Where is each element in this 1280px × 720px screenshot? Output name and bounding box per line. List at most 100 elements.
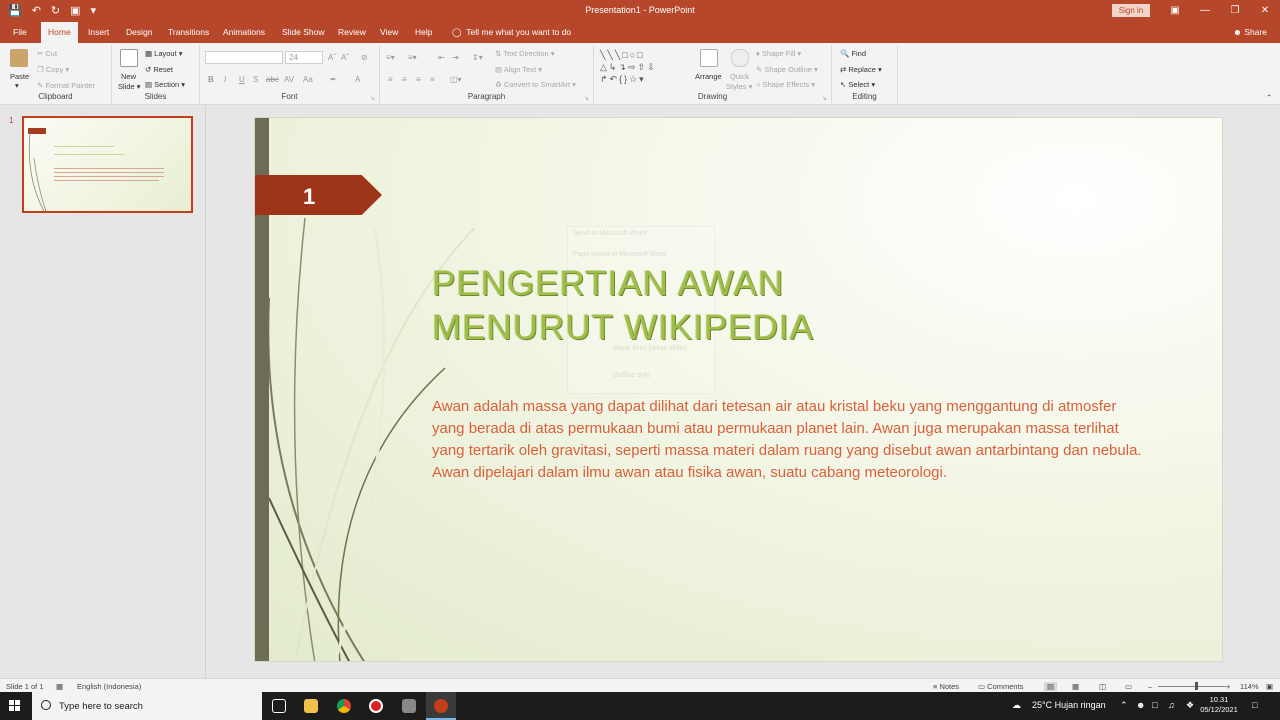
reset-button[interactable]: ↺ Reset — [145, 65, 173, 74]
align-center-icon[interactable]: ≡ — [402, 75, 407, 84]
underline-button[interactable]: U — [239, 75, 245, 84]
bold-button[interactable]: B — [208, 75, 214, 84]
new-slide-icon[interactable] — [120, 49, 138, 67]
arrange-icon[interactable] — [700, 49, 718, 67]
sign-in-button[interactable]: Sign in — [1112, 4, 1150, 17]
tab-insert[interactable]: Insert — [88, 27, 109, 37]
quick-styles-icon[interactable] — [731, 49, 749, 67]
new-slide-label[interactable]: Slide ▾ — [118, 82, 141, 91]
app-pinned-icon[interactable] — [394, 692, 424, 720]
language-indicator[interactable]: English (Indonesia) — [77, 682, 141, 691]
restore-icon[interactable]: ❐ — [1220, 0, 1250, 22]
tab-help[interactable]: Help — [415, 27, 432, 37]
section-button[interactable]: ▤ Section ▾ — [145, 80, 185, 89]
italic-button[interactable]: I — [224, 75, 226, 84]
tab-view[interactable]: View — [380, 27, 398, 37]
zoom-slider-thumb[interactable] — [1195, 682, 1199, 690]
tab-animations[interactable]: Animations — [223, 27, 265, 37]
strikethrough-button[interactable]: abc — [266, 75, 279, 84]
tell-me-search[interactable]: ◯ Tell me what you want to do — [452, 27, 571, 38]
arrange-button[interactable]: Arrange — [695, 72, 722, 81]
tab-home[interactable]: Home — [41, 22, 78, 43]
comments-button[interactable]: ▭ Comments — [978, 682, 1023, 691]
convert-smartart-button[interactable]: ♻ Convert to SmartArt ▾ — [495, 80, 576, 89]
slide-sorter-icon[interactable]: ▦ — [1072, 682, 1079, 691]
slide-canvas[interactable]: 1 Send to Microsoft Word Page layout in … — [254, 117, 1223, 662]
numbering-icon[interactable]: ≡▾ — [408, 53, 417, 62]
weather-text[interactable]: 25°C Hujan ringan — [1032, 700, 1106, 710]
zoom-slider[interactable] — [1158, 686, 1226, 687]
increase-indent-icon[interactable]: ⇥ — [452, 53, 459, 62]
shape-effects-button[interactable]: ○ Shape Effects ▾ — [756, 80, 815, 89]
people-icon[interactable]: ☻ — [1136, 700, 1145, 710]
spelling-icon[interactable]: ▦ — [56, 682, 63, 691]
bullets-icon[interactable]: ≡▾ — [386, 53, 395, 62]
slideshow-view-icon[interactable]: ▭ — [1125, 682, 1132, 691]
font-name-box[interactable] — [205, 51, 283, 64]
screen-recorder-icon[interactable] — [361, 692, 391, 720]
dropbox-icon[interactable]: ❖ — [1186, 700, 1194, 711]
network-icon[interactable]: □ — [1152, 700, 1157, 710]
replace-button[interactable]: ⇄ Replace ▾ — [840, 65, 882, 74]
notes-button[interactable]: ≡ Notes — [933, 682, 959, 691]
shape-outline-button[interactable]: ✎ Shape Outline ▾ — [756, 65, 818, 74]
powerpoint-taskbar-icon[interactable] — [426, 692, 456, 720]
taskbar-search-box[interactable]: Type here to search — [32, 692, 262, 720]
slide-title[interactable]: PENGERTIAN AWAN MENURUT WIKIPEDIA — [432, 262, 952, 350]
close-icon[interactable]: ✕ — [1250, 0, 1280, 22]
normal-view-icon[interactable]: ▤ — [1044, 682, 1058, 691]
font-color-button[interactable]: A — [355, 75, 360, 84]
justify-icon[interactable]: ≡ — [430, 75, 435, 84]
tab-design[interactable]: Design — [126, 27, 152, 37]
ribbon-display-options-icon[interactable]: ▣ — [1160, 0, 1190, 22]
align-left-icon[interactable]: ≡ — [388, 75, 393, 84]
slide-body-text[interactable]: Awan adalah massa yang dapat dilihat dar… — [432, 396, 1152, 484]
fit-to-window-icon[interactable]: ▣ — [1266, 682, 1273, 691]
paste-button[interactable]: Paste — [10, 72, 29, 81]
notifications-icon[interactable]: □ — [1252, 700, 1257, 710]
clear-formatting-icon[interactable]: ⊘ — [361, 53, 368, 62]
new-slide-button[interactable]: New — [121, 72, 136, 81]
zoom-level[interactable]: 114% — [1240, 682, 1259, 691]
zoom-out-icon[interactable]: – — [1148, 682, 1152, 691]
text-direction-button[interactable]: ⇅ Text Direction ▾ — [495, 49, 555, 58]
layout-button[interactable]: ▦ Layout ▾ — [145, 49, 183, 58]
find-button[interactable]: 🔍 Find — [840, 49, 866, 58]
file-explorer-icon[interactable] — [296, 692, 326, 720]
start-windows-icon[interactable] — [9, 700, 21, 712]
shape-fill-button[interactable]: ♦ Shape Fill ▾ — [756, 49, 801, 58]
weather-icon[interactable]: ☁ — [1012, 700, 1021, 711]
shapes-gallery[interactable]: ╲╲╲□○□ △↳↴⇨⇧⇩ ↱↶{}☆▾ — [600, 49, 692, 87]
tab-transitions[interactable]: Transitions — [168, 27, 209, 37]
shrink-font-icon[interactable]: Aˇ — [341, 53, 349, 62]
slide-thumbnail[interactable] — [22, 116, 193, 213]
columns-icon[interactable]: ◫▾ — [450, 75, 462, 84]
collapse-ribbon-icon[interactable]: ⌃ — [1266, 93, 1272, 102]
quick-styles-button[interactable]: Quick — [730, 72, 749, 81]
align-right-icon[interactable]: ≡ — [416, 75, 421, 84]
paste-icon[interactable] — [10, 49, 28, 67]
task-view-icon[interactable] — [264, 692, 294, 720]
decrease-indent-icon[interactable]: ⇤ — [438, 53, 445, 62]
font-size-box[interactable]: 24 — [285, 51, 323, 64]
tab-review[interactable]: Review — [338, 27, 366, 37]
volume-icon[interactable]: ♫ — [1168, 700, 1175, 710]
paste-dropdown-icon[interactable]: ▾ — [15, 81, 19, 90]
reading-view-icon[interactable]: ◫ — [1099, 682, 1106, 691]
format-painter-button[interactable]: ✎ Format Painter — [37, 81, 95, 90]
line-spacing-icon[interactable]: ⇕▾ — [472, 53, 483, 62]
cut-button[interactable]: ✂ Cut — [37, 49, 57, 58]
minimize-icon[interactable]: — — [1190, 0, 1220, 22]
system-clock[interactable]: 10.31 05/12/2021 — [1200, 695, 1238, 715]
select-button[interactable]: ↖ Select ▾ — [840, 80, 875, 89]
change-case-button[interactable]: Aa — [303, 75, 313, 84]
share-button[interactable]: ☻ Share — [1233, 27, 1267, 37]
tab-slide-show[interactable]: Slide Show — [282, 27, 325, 37]
tab-file[interactable]: File — [13, 27, 27, 37]
character-spacing-button[interactable]: AV — [284, 75, 294, 84]
quick-styles-label[interactable]: Styles ▾ — [726, 82, 752, 91]
copy-button[interactable]: ❐ Copy ▾ — [37, 65, 69, 74]
zoom-in-icon[interactable]: + — [1226, 682, 1230, 691]
chrome-icon[interactable] — [329, 692, 359, 720]
grow-font-icon[interactable]: Aˆ — [328, 53, 336, 62]
